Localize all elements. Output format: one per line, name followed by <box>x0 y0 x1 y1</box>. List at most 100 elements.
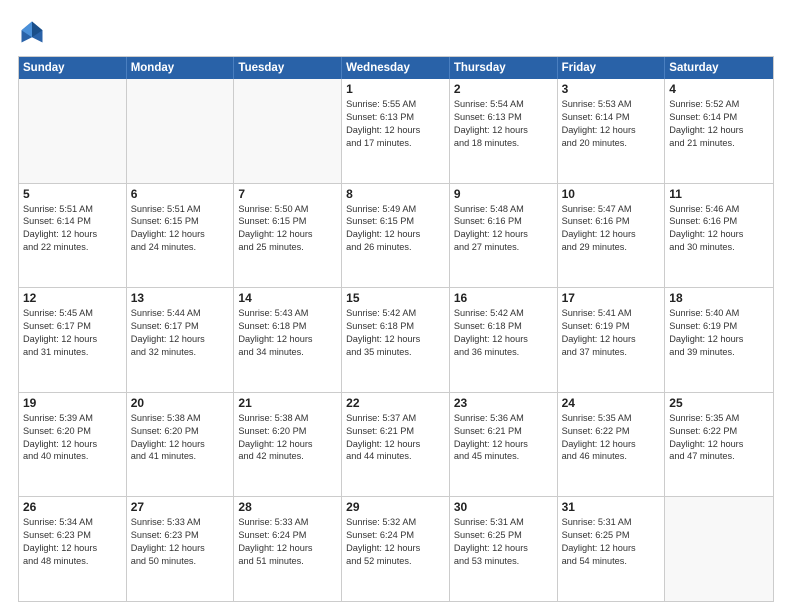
calendar-cell: 7Sunrise: 5:50 AM Sunset: 6:15 PM Daylig… <box>234 184 342 288</box>
header-day-saturday: Saturday <box>665 57 773 79</box>
calendar-week-5: 26Sunrise: 5:34 AM Sunset: 6:23 PM Dayli… <box>19 497 773 601</box>
calendar-cell: 25 Sunrise: 5:35 AM Sunset: 6:22 PM Dayli… <box>665 393 773 497</box>
day-info: Sunrise: 5:31 AM Sunset: 6:25 PM Dayligh… <box>562 516 661 568</box>
day-info: Sunrise: 5:40 AM Sunset: 6:19 PM Dayligh… <box>669 307 769 359</box>
calendar-cell: 1 Sunrise: 5:55 AM Sunset: 6:13 PM Daylig… <box>342 79 450 183</box>
calendar-cell <box>665 497 773 601</box>
day-info: Sunrise: 5:50 AM Sunset: 6:15 PM Dayligh… <box>238 203 337 255</box>
day-number: 18 <box>669 291 769 305</box>
day-info: Sunrise: 5:42 AM Sunset: 6:18 PM Dayligh… <box>454 307 553 359</box>
calendar-cell: 30 Sunrise: 5:31 AM Sunset: 6:25 PM Dayli… <box>450 497 558 601</box>
calendar-cell: 23 Sunrise: 5:36 AM Sunset: 6:21 PM Dayli… <box>450 393 558 497</box>
calendar-cell: 11 Sunrise: 5:46 AM Sunset: 6:16 PM Dayli… <box>665 184 773 288</box>
header-day-thursday: Thursday <box>450 57 558 79</box>
calendar: SundayMondayTuesdayWednesdayThursdayFrid… <box>18 56 774 602</box>
day-number: 4 <box>669 82 769 96</box>
calendar-cell: 10 Sunrise: 5:47 AM Sunset: 6:16 PM Dayli… <box>558 184 666 288</box>
calendar-cell: 6 Sunrise: 5:51 AM Sunset: 6:15 PM Daylig… <box>127 184 235 288</box>
day-info: Sunrise: 5:51 AM Sunset: 6:14 PM Dayligh… <box>23 203 122 255</box>
day-info: Sunrise: 5:38 AM Sunset: 6:20 PM Dayligh… <box>131 412 230 464</box>
header-day-tuesday: Tuesday <box>234 57 342 79</box>
logo-icon <box>18 18 46 46</box>
day-info: Sunrise: 5:47 AM Sunset: 6:16 PM Dayligh… <box>562 203 661 255</box>
day-info: Sunrise: 5:41 AM Sunset: 6:19 PM Dayligh… <box>562 307 661 359</box>
day-info: Sunrise: 5:52 AM Sunset: 6:14 PM Dayligh… <box>669 98 769 150</box>
day-number: 11 <box>669 187 769 201</box>
day-info: Sunrise: 5:46 AM Sunset: 6:16 PM Dayligh… <box>669 203 769 255</box>
calendar-week-3: 12 Sunrise: 5:45 AM Sunset: 6:17 PM Dayli… <box>19 288 773 393</box>
calendar-cell: 27 Sunrise: 5:33 AM Sunset: 6:23 PM Dayli… <box>127 497 235 601</box>
day-number: 25 <box>669 396 769 410</box>
calendar-cell: 9Sunrise: 5:48 AM Sunset: 6:16 PM Daylig… <box>450 184 558 288</box>
day-info: Sunrise: 5:53 AM Sunset: 6:14 PM Dayligh… <box>562 98 661 150</box>
day-number: 17 <box>562 291 661 305</box>
day-number: 29 <box>346 500 445 514</box>
header-day-monday: Monday <box>127 57 235 79</box>
logo <box>18 18 50 46</box>
calendar-cell <box>234 79 342 183</box>
day-info: Sunrise: 5:55 AM Sunset: 6:13 PM Dayligh… <box>346 98 445 150</box>
calendar-cell: 16 Sunrise: 5:42 AM Sunset: 6:18 PM Dayli… <box>450 288 558 392</box>
day-number: 30 <box>454 500 553 514</box>
calendar-cell: 8Sunrise: 5:49 AM Sunset: 6:15 PM Daylig… <box>342 184 450 288</box>
day-info: Sunrise: 5:54 AM Sunset: 6:13 PM Dayligh… <box>454 98 553 150</box>
day-number: 23 <box>454 396 553 410</box>
day-info: Sunrise: 5:45 AM Sunset: 6:17 PM Dayligh… <box>23 307 122 359</box>
day-number: 6 <box>131 187 230 201</box>
day-number: 15 <box>346 291 445 305</box>
day-info: Sunrise: 5:49 AM Sunset: 6:15 PM Dayligh… <box>346 203 445 255</box>
day-number: 5 <box>23 187 122 201</box>
calendar-cell <box>19 79 127 183</box>
header-day-friday: Friday <box>558 57 666 79</box>
header-day-wednesday: Wednesday <box>342 57 450 79</box>
day-info: Sunrise: 5:33 AM Sunset: 6:23 PM Dayligh… <box>131 516 230 568</box>
calendar-week-2: 5 Sunrise: 5:51 AM Sunset: 6:14 PM Daylig… <box>19 184 773 289</box>
day-info: Sunrise: 5:39 AM Sunset: 6:20 PM Dayligh… <box>23 412 122 464</box>
calendar-cell: 26Sunrise: 5:34 AM Sunset: 6:23 PM Dayli… <box>19 497 127 601</box>
day-number: 14 <box>238 291 337 305</box>
calendar-cell: 18 Sunrise: 5:40 AM Sunset: 6:19 PM Dayli… <box>665 288 773 392</box>
day-number: 24 <box>562 396 661 410</box>
day-number: 22 <box>346 396 445 410</box>
calendar-body: 1 Sunrise: 5:55 AM Sunset: 6:13 PM Daylig… <box>19 79 773 601</box>
day-info: Sunrise: 5:48 AM Sunset: 6:16 PM Dayligh… <box>454 203 553 255</box>
calendar-cell: 22 Sunrise: 5:37 AM Sunset: 6:21 PM Dayli… <box>342 393 450 497</box>
calendar-cell: 15 Sunrise: 5:42 AM Sunset: 6:18 PM Dayli… <box>342 288 450 392</box>
calendar-cell: 12 Sunrise: 5:45 AM Sunset: 6:17 PM Dayli… <box>19 288 127 392</box>
day-info: Sunrise: 5:37 AM Sunset: 6:21 PM Dayligh… <box>346 412 445 464</box>
calendar-cell: 13 Sunrise: 5:44 AM Sunset: 6:17 PM Dayli… <box>127 288 235 392</box>
day-number: 12 <box>23 291 122 305</box>
calendar-cell: 19 Sunrise: 5:39 AM Sunset: 6:20 PM Dayli… <box>19 393 127 497</box>
day-number: 20 <box>131 396 230 410</box>
calendar-cell: 14Sunrise: 5:43 AM Sunset: 6:18 PM Dayli… <box>234 288 342 392</box>
day-info: Sunrise: 5:36 AM Sunset: 6:21 PM Dayligh… <box>454 412 553 464</box>
calendar-cell <box>127 79 235 183</box>
day-number: 26 <box>23 500 122 514</box>
day-number: 3 <box>562 82 661 96</box>
calendar-cell: 4 Sunrise: 5:52 AM Sunset: 6:14 PM Daylig… <box>665 79 773 183</box>
calendar-week-4: 19 Sunrise: 5:39 AM Sunset: 6:20 PM Dayli… <box>19 393 773 498</box>
calendar-cell: 21Sunrise: 5:38 AM Sunset: 6:20 PM Dayli… <box>234 393 342 497</box>
day-info: Sunrise: 5:33 AM Sunset: 6:24 PM Dayligh… <box>238 516 337 568</box>
calendar-cell: 28Sunrise: 5:33 AM Sunset: 6:24 PM Dayli… <box>234 497 342 601</box>
calendar-cell: 2 Sunrise: 5:54 AM Sunset: 6:13 PM Daylig… <box>450 79 558 183</box>
calendar-cell: 29 Sunrise: 5:32 AM Sunset: 6:24 PM Dayli… <box>342 497 450 601</box>
day-number: 2 <box>454 82 553 96</box>
day-number: 16 <box>454 291 553 305</box>
day-info: Sunrise: 5:42 AM Sunset: 6:18 PM Dayligh… <box>346 307 445 359</box>
day-number: 31 <box>562 500 661 514</box>
day-info: Sunrise: 5:32 AM Sunset: 6:24 PM Dayligh… <box>346 516 445 568</box>
day-number: 1 <box>346 82 445 96</box>
day-info: Sunrise: 5:44 AM Sunset: 6:17 PM Dayligh… <box>131 307 230 359</box>
calendar-cell: 20 Sunrise: 5:38 AM Sunset: 6:20 PM Dayli… <box>127 393 235 497</box>
header-day-sunday: Sunday <box>19 57 127 79</box>
day-number: 13 <box>131 291 230 305</box>
header <box>18 18 774 46</box>
day-info: Sunrise: 5:31 AM Sunset: 6:25 PM Dayligh… <box>454 516 553 568</box>
day-number: 19 <box>23 396 122 410</box>
day-info: Sunrise: 5:35 AM Sunset: 6:22 PM Dayligh… <box>669 412 769 464</box>
day-info: Sunrise: 5:51 AM Sunset: 6:15 PM Dayligh… <box>131 203 230 255</box>
day-number: 10 <box>562 187 661 201</box>
day-number: 27 <box>131 500 230 514</box>
day-info: Sunrise: 5:35 AM Sunset: 6:22 PM Dayligh… <box>562 412 661 464</box>
